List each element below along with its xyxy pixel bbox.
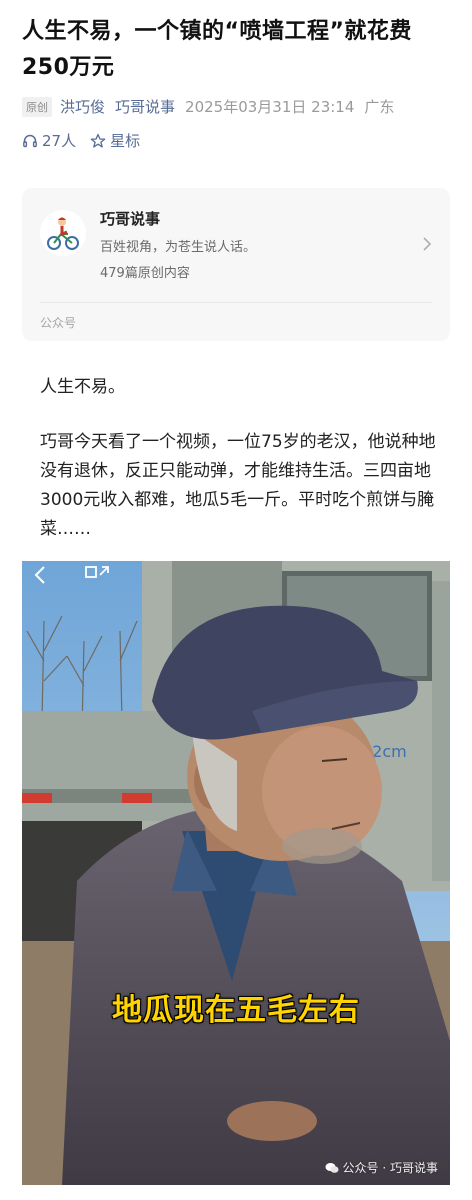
author-link[interactable]: 洪巧俊 — [60, 96, 105, 117]
account-description: 百姓视角，为苍生说人话。 — [100, 240, 257, 255]
star-label: 星标 — [110, 132, 141, 150]
original-badge: 原创 — [22, 96, 52, 117]
watermark-text: 公众号 · 巧哥说事 — [342, 1161, 438, 1175]
listener-count: 27人 — [42, 132, 77, 150]
article-image[interactable]: 32cm 地瓜现在五毛左右 公众号 · 巧哥说事 — [22, 561, 450, 1185]
body-paragraph: 人生不易。 — [40, 377, 125, 397]
account-article-count: 479篇原创内容 — [100, 266, 190, 281]
card-divider — [40, 302, 432, 303]
listen-button[interactable]: 27人 — [22, 130, 76, 151]
publish-location: 广东 — [364, 98, 395, 116]
star-outline-icon — [90, 133, 106, 148]
article-meta: 原创 洪巧俊 巧哥说事 2025年03月31日 23:14 广东 — [22, 96, 462, 117]
cyclist-avatar-icon — [40, 210, 86, 256]
wechat-icon — [325, 1162, 339, 1173]
article-stats: 27人 星标 — [22, 130, 154, 151]
avatar — [40, 210, 86, 256]
image-watermark: 公众号 · 巧哥说事 — [325, 1159, 438, 1176]
chevron-right-icon — [423, 237, 432, 251]
article-title: 人生不易，一个镇的“喷墙工程”就花费250万元 — [22, 19, 412, 80]
headphones-icon — [23, 134, 37, 147]
account-card[interactable]: 巧哥说事 百姓视角，为苍生说人话。 479篇原创内容 公众号 — [22, 188, 450, 341]
account-name: 巧哥说事 — [100, 210, 161, 228]
farmer-photo: 32cm — [22, 561, 450, 1185]
account-link[interactable]: 巧哥说事 — [115, 96, 175, 117]
star-button[interactable]: 星标 — [90, 130, 140, 151]
video-subtitle: 地瓜现在五毛左右 — [112, 993, 360, 1028]
publish-datetime: 2025年03月31日 23:14 — [185, 98, 355, 116]
card-footer-label: 公众号 — [40, 316, 77, 330]
body-paragraph: 巧哥今天看了一个视频，一位75岁的老汉，他说种地没有退休，反正只能动弹，才能维持… — [40, 432, 436, 539]
